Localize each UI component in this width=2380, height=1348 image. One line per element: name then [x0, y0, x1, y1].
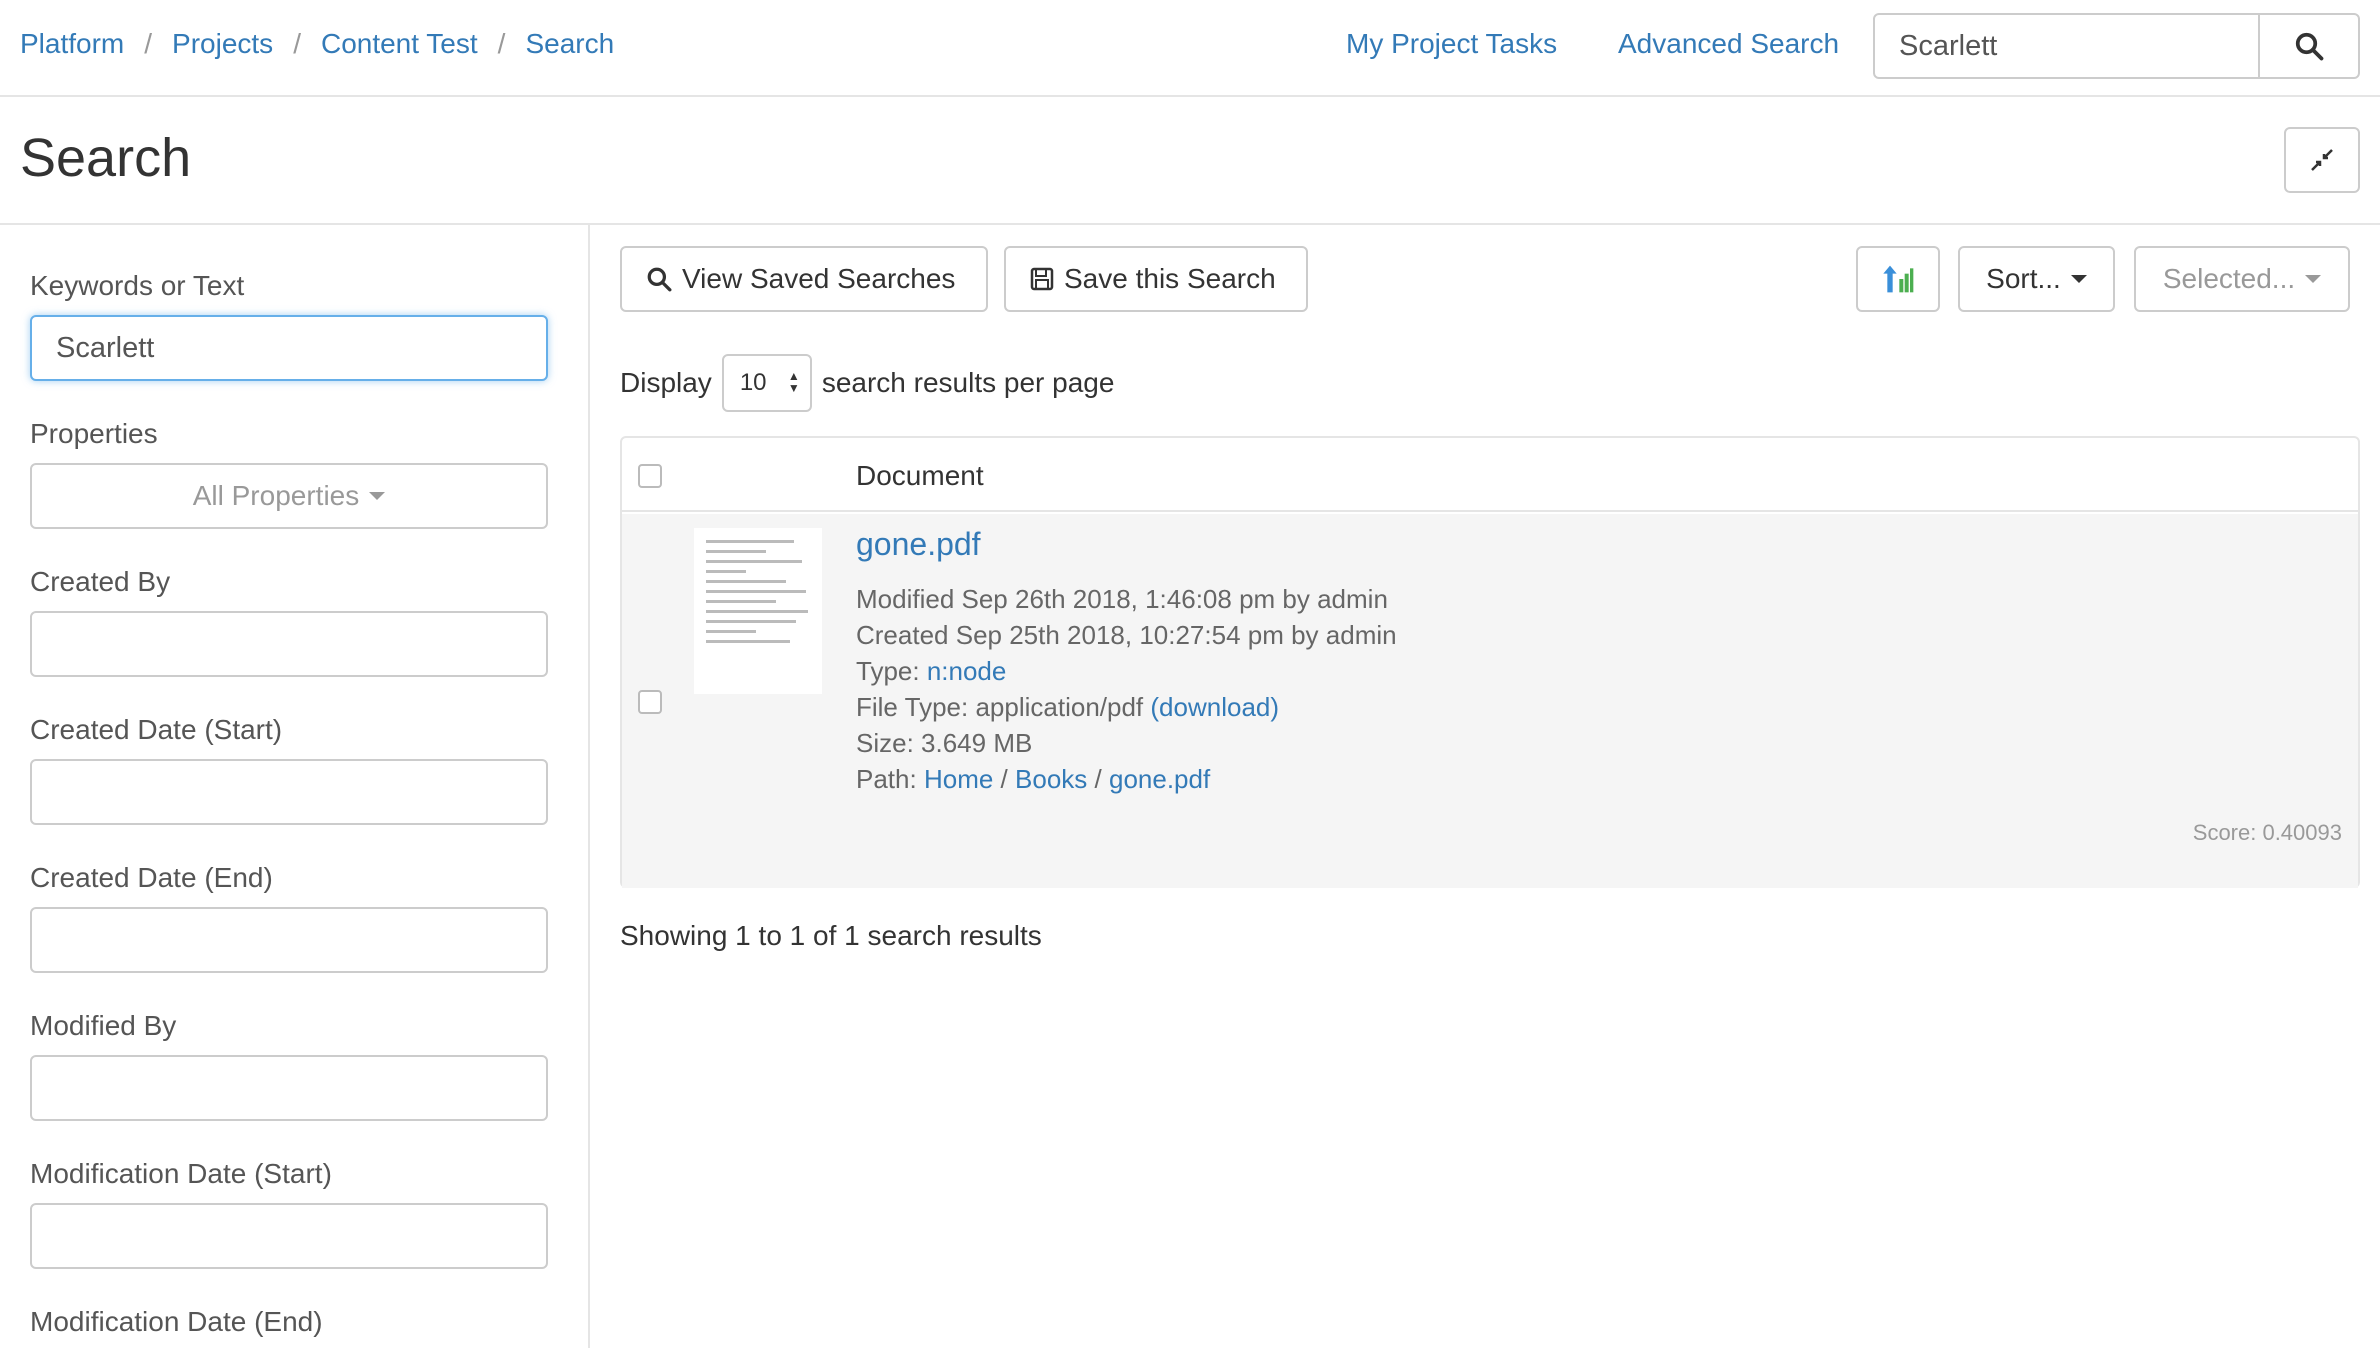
properties-dropdown-value: All Properties: [192, 480, 360, 511]
per-page-value: 10: [739, 369, 767, 396]
document-type-link[interactable]: n:node: [927, 656, 1007, 686]
results-summary: Showing 1 to 1 of 1 search results: [620, 920, 1042, 951]
document-type-label: Type:: [856, 656, 920, 686]
caret-down-icon: [2305, 275, 2322, 283]
document-size: Size: 3.649 MB: [856, 728, 1033, 758]
created-date-end-label: Created Date (End): [30, 862, 273, 893]
breadcrumb-separator: /: [293, 28, 301, 59]
select-all-checkbox[interactable]: [638, 464, 662, 488]
modified-by-input[interactable]: [30, 1055, 548, 1121]
breadcrumb-separator: /: [497, 28, 506, 59]
save-icon: [1030, 267, 1054, 291]
caret-down-icon: [369, 492, 386, 500]
display-prefix: Display: [620, 367, 712, 398]
document-modified: Modified Sep 26th 2018, 1:46:08 pm by ad…: [856, 584, 1388, 614]
collapse-button[interactable]: [2284, 127, 2360, 193]
select-arrows-icon: ▲ ▼: [787, 369, 800, 395]
caret-down-icon: [2070, 275, 2087, 283]
path-link-file[interactable]: gone.pdf: [1109, 764, 1210, 794]
breadcrumb-content-test[interactable]: Content Test: [321, 28, 478, 60]
breadcrumb: Platform / Projects / Content Test / Sea…: [20, 28, 614, 60]
row-select-checkbox[interactable]: [638, 690, 662, 714]
download-link[interactable]: (download): [1150, 692, 1279, 722]
created-by-label: Created By: [30, 566, 171, 597]
created-by-input[interactable]: [30, 611, 548, 677]
sort-dropdown[interactable]: Sort...: [1958, 246, 2115, 312]
document-type: Type: n:node: [856, 656, 1006, 687]
search-icon: [2295, 32, 2324, 61]
created-date-end-input[interactable]: [30, 907, 548, 973]
page-header: Search: [0, 97, 2380, 225]
document-title-link[interactable]: gone.pdf: [856, 526, 981, 563]
modification-date-start-input[interactable]: [30, 1203, 548, 1269]
per-page-select[interactable]: 10 ▲ ▼: [721, 354, 812, 412]
properties-label: Properties: [30, 418, 158, 449]
search-icon: [646, 266, 672, 292]
results-table-header: Document: [622, 438, 2358, 512]
document-path-label: Path:: [856, 764, 917, 794]
path-link-home[interactable]: Home: [924, 764, 993, 794]
breadcrumb-separator: /: [144, 28, 153, 59]
save-search-label: Save this Search: [1064, 263, 1276, 294]
path-separator: /: [1094, 764, 1102, 794]
properties-dropdown[interactable]: All Properties: [30, 463, 548, 529]
save-search-button[interactable]: Save this Search: [1004, 246, 1308, 312]
modification-date-start-label: Modification Date (Start): [30, 1158, 332, 1189]
path-link-books[interactable]: Books: [1015, 764, 1087, 794]
document-path: Path: Home / Books / gone.pdf: [856, 764, 1210, 795]
advanced-search-link[interactable]: Advanced Search: [1618, 28, 1839, 60]
path-separator: /: [1000, 764, 1008, 794]
top-navbar: Platform / Projects / Content Test / Sea…: [0, 0, 2380, 97]
per-page-control: Display 10 ▲ ▼ search results per page: [620, 354, 1114, 412]
breadcrumb-platform[interactable]: Platform: [20, 28, 124, 60]
created-date-start-input[interactable]: [30, 759, 548, 825]
document-thumbnail[interactable]: [694, 528, 822, 694]
document-created: Created Sep 25th 2018, 10:27:54 pm by ad…: [856, 620, 1397, 650]
sort-dropdown-label: Sort...: [1986, 263, 2061, 294]
view-saved-searches-label: View Saved Searches: [682, 263, 956, 294]
search-filter-sidebar: Keywords or Text Properties All Properti…: [0, 225, 590, 1348]
page-title: Search: [20, 128, 192, 188]
my-project-tasks-link[interactable]: My Project Tasks: [1346, 28, 1557, 60]
breadcrumb-projects[interactable]: Projects: [172, 28, 273, 60]
modification-date-end-label: Modification Date (End): [30, 1306, 323, 1337]
display-suffix: search results per page: [821, 367, 1115, 398]
table-row: gone.pdf Modified Sep 26th 2018, 1:46:08…: [622, 514, 2358, 888]
keywords-input[interactable]: [30, 315, 548, 381]
document-file-type: File Type: application/pdf (download): [856, 692, 1279, 723]
breadcrumb-search[interactable]: Search: [525, 28, 614, 60]
top-search-input[interactable]: [1873, 13, 2271, 79]
document-file-type-label: File Type: application/pdf: [856, 692, 1144, 722]
selected-actions-label: Selected...: [2162, 263, 2296, 294]
keywords-label: Keywords or Text: [30, 270, 245, 301]
created-date-start-label: Created Date (Start): [30, 714, 283, 745]
selected-actions-dropdown[interactable]: Selected...: [2134, 246, 2350, 312]
view-saved-searches-button[interactable]: View Saved Searches: [620, 246, 988, 312]
top-search-button[interactable]: [2258, 13, 2360, 79]
collapse-icon: [2311, 149, 2333, 171]
sort-direction-button[interactable]: [1856, 246, 1940, 312]
relevance-score: Score: 0.40093: [2192, 820, 2342, 845]
results-table: Document gone.pdf Modified Sep 26th 2018…: [620, 436, 2360, 888]
modified-by-label: Modified By: [30, 1010, 177, 1041]
sort-direction-icon: [1883, 265, 1914, 293]
document-column-header: Document: [856, 460, 984, 491]
